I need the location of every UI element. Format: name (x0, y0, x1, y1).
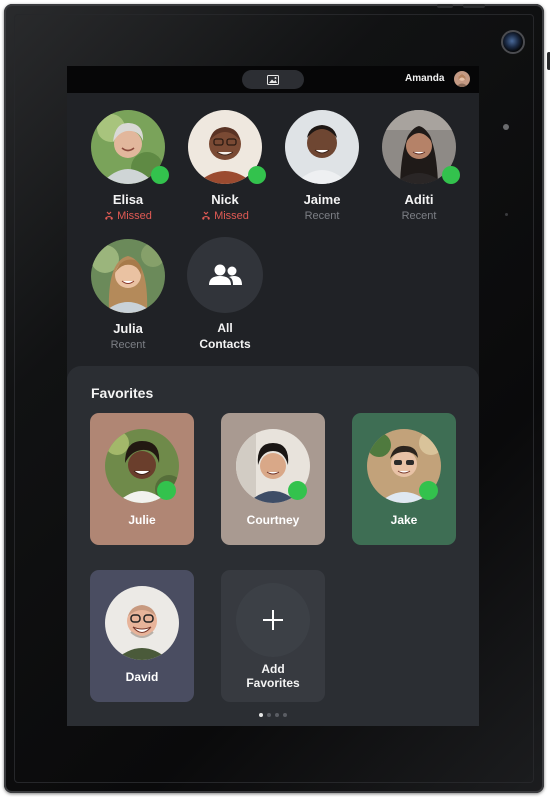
favorite-name: Julie (128, 513, 156, 527)
device-top-button[interactable] (437, 4, 453, 8)
favorite-name: David (125, 670, 159, 684)
favorite-name: Courtney (246, 513, 300, 527)
online-indicator (248, 166, 266, 184)
add-favorites-label: Add Favorites (221, 662, 325, 690)
missed-status: Missed (83, 210, 173, 224)
favorite-name: Jake (390, 513, 418, 527)
avatar (285, 110, 359, 184)
page-dot-active[interactable] (259, 713, 263, 717)
online-indicator (442, 166, 460, 184)
camera-lens (501, 30, 525, 54)
people-icon (209, 264, 242, 285)
missed-call-icon (105, 211, 114, 220)
all-contacts-button[interactable] (187, 237, 263, 313)
all-contacts-line2: Contacts (199, 337, 251, 351)
plus-icon (263, 610, 283, 630)
add-favorites-button[interactable] (236, 583, 310, 657)
contact-name: Elisa (112, 192, 144, 207)
page-dot[interactable] (275, 713, 279, 717)
image-icon (267, 74, 279, 85)
contact-name: Nick (211, 192, 239, 207)
avatar (91, 239, 165, 313)
all-contacts-line1: All (217, 321, 233, 335)
favorites-panel: Favorites Julie Courtney Jake David Add … (67, 366, 479, 726)
status-label: Missed (214, 210, 249, 222)
recent-status: Recent (110, 339, 146, 351)
add-favorites-tile[interactable]: Add Favorites (221, 570, 325, 702)
recent-status: Recent (401, 210, 437, 222)
online-indicator (419, 481, 438, 500)
status-label: Missed (117, 210, 152, 222)
contact-name: Jaime (303, 192, 341, 207)
contact-name: Julia (113, 321, 143, 336)
favorite-tile-david[interactable]: David (90, 570, 194, 702)
device-top-button-2[interactable] (463, 4, 485, 8)
page-indicator (259, 713, 287, 717)
favorite-tile-jake[interactable]: Jake (352, 413, 456, 545)
missed-call-icon (202, 211, 211, 220)
missed-status: Missed (180, 210, 270, 224)
all-contacts-label[interactable]: All Contacts (180, 320, 270, 352)
recent-status: Recent (304, 210, 340, 222)
add-favorites-line2: Favorites (246, 676, 300, 690)
favorite-tile-julie[interactable]: Julie (90, 413, 194, 545)
user-avatar[interactable] (454, 71, 470, 87)
media-button[interactable] (242, 70, 304, 89)
favorites-title: Favorites (91, 385, 154, 401)
contact-name: Aditi (404, 192, 434, 207)
favorite-tile-courtney[interactable]: Courtney (221, 413, 325, 545)
online-indicator (151, 166, 169, 184)
online-indicator (157, 481, 176, 500)
page-dot[interactable] (283, 713, 287, 717)
microphone-hole (505, 213, 508, 216)
user-name[interactable]: Amanda (405, 73, 444, 84)
home-screen: Amanda Elisa Missed Nick Missed Jaime Re… (67, 66, 479, 726)
add-favorites-line1: Add (261, 662, 285, 676)
avatar (105, 586, 179, 660)
status-bar: Amanda (67, 66, 479, 93)
light-sensor (503, 124, 509, 130)
page-dot[interactable] (267, 713, 271, 717)
online-indicator (288, 481, 307, 500)
